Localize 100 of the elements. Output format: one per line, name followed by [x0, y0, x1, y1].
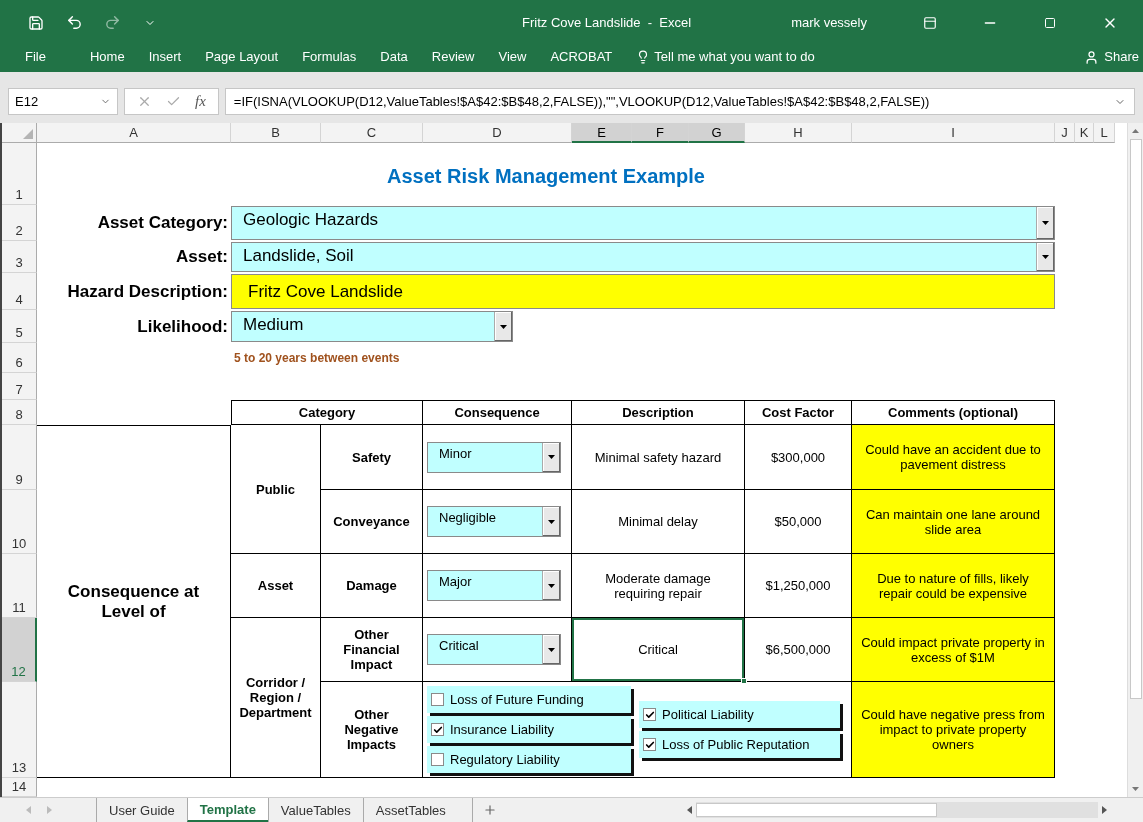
table-cell: $50,000	[745, 490, 852, 554]
checkbox-option[interactable]: Insurance Liability	[427, 716, 631, 743]
field-label: Asset Category:	[97, 213, 228, 233]
tell-me-search[interactable]: Tell me what you want to do	[636, 45, 815, 69]
sheet-title: Asset Risk Management Example	[387, 164, 705, 188]
row-header[interactable]: 1	[2, 143, 37, 205]
checkbox[interactable]	[431, 753, 444, 766]
column-header[interactable]: G	[689, 123, 745, 143]
ribbon-tab[interactable]: Home	[77, 45, 137, 69]
row-header[interactable]: 10	[2, 490, 37, 554]
scroll-up-icon[interactable]	[1132, 129, 1139, 133]
scroll-down-icon[interactable]	[1132, 787, 1139, 791]
checkbox[interactable]	[431, 723, 444, 736]
dropdown-field[interactable]: Geologic Hazards	[231, 206, 1055, 240]
checkbox-option[interactable]: Loss of Public Reputation	[639, 731, 840, 758]
consequence-dropdown[interactable]: Critical	[427, 634, 561, 665]
table-cell: Damage	[321, 554, 423, 618]
column-heading: Description	[572, 400, 745, 425]
comment-cell: Could have negative press from impact to private property owners	[852, 682, 1055, 778]
column-header[interactable]: H	[745, 123, 852, 143]
scroll-left-icon[interactable]	[686, 806, 692, 814]
cancel-icon[interactable]	[137, 94, 152, 109]
scroll-right-icon[interactable]	[1101, 806, 1107, 814]
table-cell: Public	[231, 425, 321, 554]
caret-icon	[548, 583, 555, 588]
ribbon-tab[interactable]: Page Layout	[193, 45, 291, 69]
column-header[interactable]: B	[231, 123, 321, 143]
column-heading: Comments (optional)	[852, 400, 1055, 425]
field-label: Likelihood:	[137, 316, 228, 337]
row-header[interactable]: 13	[2, 682, 37, 778]
row-header[interactable]: 3	[2, 241, 37, 273]
sheet-tab[interactable]: ValueTables	[267, 798, 363, 822]
insert-function-button[interactable]: fx	[195, 93, 206, 110]
column-heading: Category	[231, 400, 423, 425]
select-all-icon[interactable]	[2, 123, 37, 143]
dropdown-field[interactable]: Landslide, Soil	[231, 242, 1055, 272]
row-header[interactable]: 12	[2, 618, 37, 682]
column-header[interactable]: A	[37, 123, 231, 143]
checkbox-option[interactable]: Political Liability	[639, 701, 840, 728]
caret-icon	[1042, 221, 1049, 225]
ribbon-tab[interactable]: View	[486, 45, 539, 69]
share-button[interactable]: Share	[1084, 45, 1139, 69]
sheet-tab[interactable]: AssetTables	[362, 798, 458, 822]
checkbox[interactable]	[431, 693, 444, 706]
row-header[interactable]: 14	[2, 778, 37, 797]
column-header[interactable]: D	[423, 123, 572, 143]
user-name: mark vessely	[791, 15, 867, 30]
checkbox[interactable]	[643, 738, 656, 751]
column-header[interactable]: I	[852, 123, 1055, 143]
caret-icon	[548, 647, 555, 652]
vertical-scrollbar[interactable]	[1127, 123, 1143, 797]
fill-handle[interactable]	[741, 678, 747, 684]
column-header[interactable]: L	[1094, 123, 1115, 143]
table-cell: Corridor / Region / Department	[231, 618, 321, 778]
column-heading: Cost Factor	[745, 400, 852, 425]
comment-cell: Due to nature of fills, likely repair could be expensive	[852, 554, 1055, 618]
row-header[interactable]: 5	[2, 310, 37, 343]
sheet-tab[interactable]: User Guide	[96, 798, 187, 822]
table-cell: Other Financial Impact	[321, 618, 423, 682]
column-header[interactable]: C	[321, 123, 423, 143]
column-header[interactable]: E	[572, 123, 632, 143]
add-sheet-icon[interactable]	[471, 798, 497, 822]
row-header[interactable]: 6	[2, 343, 37, 373]
field-label: Asset:	[176, 247, 228, 267]
field-label: Hazard Description:	[67, 281, 228, 302]
table-cell[interactable]: Minimal safety hazard	[572, 425, 745, 490]
ribbon-tab[interactable]: Review	[419, 45, 487, 69]
ribbon-tab[interactable]: ACROBAT	[538, 45, 625, 69]
checkbox-option[interactable]: Regulatory Liability	[427, 746, 631, 773]
dropdown-field[interactable]: Medium	[231, 311, 513, 342]
ribbon-tab[interactable]: Formulas	[290, 45, 369, 69]
name-box[interactable]: E12	[8, 88, 118, 115]
caret-icon	[548, 519, 555, 524]
table-cell[interactable]: Minimal delay	[572, 490, 745, 554]
person-icon	[1084, 49, 1100, 65]
description-field[interactable]: Fritz Cove Landslide	[231, 274, 1055, 309]
table-cell[interactable]: Critical	[572, 618, 745, 682]
row-header[interactable]: 2	[2, 205, 37, 241]
row-header[interactable]: 4	[2, 273, 37, 310]
row-header[interactable]: 11	[2, 554, 37, 618]
formula-field[interactable]: =IF(ISNA(VLOOKUP(D12,ValueTables!$A$42:$B$48,2,FALSE)),"",VLOOKUP(D12,ValueTables!$A$42:$B$48,2,FALSE))	[224, 88, 1135, 115]
ribbon-tab[interactable]: Insert	[136, 45, 194, 69]
checkbox[interactable]	[643, 708, 656, 721]
row-header[interactable]: 9	[2, 425, 37, 490]
caret-icon	[548, 455, 555, 459]
checkbox-option[interactable]: Loss of Future Funding	[427, 686, 631, 713]
column-header[interactable]: J	[1055, 123, 1075, 143]
consequence-dropdown[interactable]: Major	[427, 570, 561, 601]
table-cell[interactable]: Moderate damage requiring repair	[572, 554, 745, 618]
sheet-tab[interactable]: Template	[186, 798, 268, 822]
column-header[interactable]: F	[632, 123, 689, 143]
column-header[interactable]: K	[1075, 123, 1094, 143]
table-cell: $300,000	[745, 425, 852, 490]
row-header[interactable]: 7	[2, 373, 37, 400]
consequence-dropdown[interactable]: Minor	[427, 441, 561, 473]
ribbon-tab[interactable]: Data	[368, 45, 420, 69]
ribbon-tab[interactable]: File	[25, 45, 58, 69]
row-header[interactable]: 8	[2, 400, 37, 425]
consequence-dropdown[interactable]: Negligible	[427, 506, 561, 537]
caret-icon	[1042, 255, 1049, 259]
